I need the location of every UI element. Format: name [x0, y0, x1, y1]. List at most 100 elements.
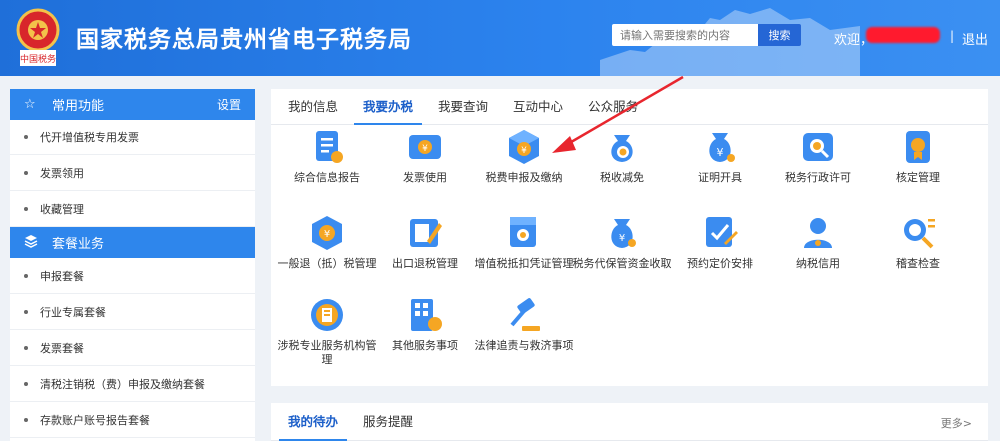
bullet-icon [24, 170, 28, 175]
service-tile[interactable]: 稽查检查 [868, 213, 968, 271]
service-label: 税务行政许可 [785, 171, 851, 184]
search-input[interactable] [612, 24, 758, 46]
service-tile[interactable]: 综合信息报告 [277, 127, 377, 185]
service-label: 一般退（抵）税管理 [277, 257, 377, 270]
svg-text:¥: ¥ [619, 233, 625, 244]
service-tile[interactable]: ¥ 证明开具 [670, 127, 770, 185]
service-label: 税务代保管资金收取 [572, 257, 672, 270]
sidebar-section-packages[interactable]: 套餐业务 [10, 227, 255, 258]
sidebar-item-label: 行业专属套餐 [40, 305, 106, 319]
license-icon [803, 133, 833, 161]
service-tile[interactable]: ¥ 税务代保管资金收取 [572, 213, 672, 271]
service-label: 法律追责与救济事项 [474, 339, 574, 352]
service-tile[interactable]: ¥ 税费申报及缴纳 [474, 127, 574, 185]
section-title: 常用功能 [52, 99, 105, 114]
search-button[interactable]: 搜索 [758, 24, 801, 46]
tab-query[interactable]: 我要查询 [429, 89, 497, 124]
sidebar-item[interactable]: 申报套餐 [10, 258, 255, 294]
sidebar-item[interactable]: 存款账户账号报告套餐 [10, 402, 255, 438]
service-label: 增值税抵扣凭证管理 [474, 257, 574, 270]
service-panel: 我的信息 我要办税 我要查询 互动中心 公众服务 综合信息报告 ¥ 发票使用 ¥ 税费申… [271, 89, 988, 386]
report-icon [316, 131, 343, 163]
agency-icon [311, 299, 343, 331]
sidebar-item[interactable]: 代开增值税专用发票 [10, 120, 255, 155]
bullet-icon [24, 381, 28, 386]
bullet-icon [24, 273, 28, 278]
site-header: 中国税务 国家税务总局贵州省电子税务局 搜索 欢迎， | 退出 [0, 0, 1000, 76]
svg-text:¥: ¥ [324, 229, 330, 240]
sidebar-item[interactable]: 收藏管理 [10, 191, 255, 227]
service-label: 出口退税管理 [392, 257, 458, 270]
service-label: 预约定价安排 [687, 257, 753, 270]
tab-service-reminder[interactable]: 服务提醒 [354, 403, 422, 440]
service-tile[interactable]: 税收减免 [572, 127, 672, 185]
service-tile[interactable]: ¥ 一般退（抵）税管理 [277, 213, 377, 271]
bullet-icon [24, 309, 28, 314]
layers-icon [24, 234, 46, 252]
sidebar-item[interactable]: 清税注销税（费）申报及缴纳套餐 [10, 366, 255, 402]
todo-panel: 我的待办 服务提醒 更多> [271, 403, 988, 441]
service-label: 税费申报及缴纳 [485, 171, 563, 184]
sidebar-item-label: 存款账户账号报告套餐 [40, 413, 150, 427]
tax-emblem-icon: 中国税务 [16, 8, 60, 66]
main-tabs: 我的信息 我要办税 我要查询 互动中心 公众服务 [271, 89, 988, 125]
service-tile[interactable]: ¥ 发票使用 [375, 127, 475, 185]
service-label: 核定管理 [896, 171, 940, 184]
sidebar-item-label: 收藏管理 [40, 202, 84, 216]
star-icon: ☆ [24, 97, 36, 112]
service-label: 税收减免 [600, 171, 644, 184]
sidebar-item-label: 发票套餐 [40, 341, 84, 355]
service-label: 其他服务事项 [392, 339, 458, 352]
certificate-icon: ¥ [709, 133, 735, 162]
sidebar-section-favorites[interactable]: ☆ 常用功能 设置 [10, 89, 255, 120]
bullet-icon [24, 206, 28, 211]
tax-declare-icon: ¥ [509, 130, 539, 164]
sidebar: ☆ 常用功能 设置 代开增值税专用发票 发票领用 收藏管理 套餐业务 申报套餐 … [10, 89, 255, 441]
settings-link[interactable]: 设置 [217, 96, 241, 113]
svg-text:¥: ¥ [717, 146, 724, 159]
sidebar-item[interactable]: 发票套餐 [10, 330, 255, 366]
logout-link[interactable]: 退出 [962, 29, 988, 48]
tab-my-todo[interactable]: 我的待办 [279, 403, 348, 441]
service-tile[interactable]: 核定管理 [868, 127, 968, 185]
sidebar-item[interactable]: 行业专属套餐 [10, 294, 255, 330]
service-tile[interactable]: 其他服务事项 [375, 295, 475, 353]
service-label: 稽查检查 [896, 257, 940, 270]
redacted-username [866, 27, 940, 43]
service-label: 纳税信用 [796, 257, 840, 270]
service-label: 综合信息报告 [294, 171, 360, 184]
sidebar-item-label: 申报套餐 [40, 269, 84, 283]
fund-custody-icon: ¥ [611, 219, 636, 248]
tab-interaction[interactable]: 互动中心 [504, 89, 572, 124]
todo-tabs: 我的待办 服务提醒 [271, 403, 988, 441]
tab-my-info[interactable]: 我的信息 [279, 89, 347, 124]
header-separator: | [950, 29, 955, 43]
tab-tax-handling[interactable]: 我要办税 [354, 89, 423, 125]
service-tile[interactable]: 出口退税管理 [375, 213, 475, 271]
service-tile[interactable]: 预约定价安排 [670, 213, 770, 271]
more-link[interactable]: 更多> [941, 415, 972, 431]
service-tile[interactable]: 法律追责与救济事项 [474, 295, 574, 353]
legal-icon [510, 298, 540, 331]
service-tile[interactable]: 纳税信用 [768, 213, 868, 271]
site-title: 国家税务总局贵州省电子税务局 [76, 27, 412, 53]
bullet-icon [24, 345, 28, 350]
invoice-icon: ¥ [409, 135, 441, 159]
export-refund-icon [410, 219, 442, 247]
tab-public-service[interactable]: 公众服务 [579, 89, 647, 124]
credit-icon [804, 218, 832, 248]
approval-icon [906, 131, 930, 163]
svg-text:¥: ¥ [422, 144, 428, 154]
sidebar-item-label: 发票领用 [40, 166, 84, 180]
sidebar-item-label: 清税注销税（费）申报及缴纳套餐 [40, 377, 205, 391]
section-title: 套餐业务 [52, 237, 105, 252]
service-tile[interactable]: 税务行政许可 [768, 127, 868, 185]
service-tile[interactable]: 增值税抵扣凭证管理 [474, 213, 574, 271]
inspection-icon [904, 219, 935, 249]
service-tile[interactable]: 涉税专业服务机构管理 [277, 295, 377, 367]
pricing-icon [706, 217, 738, 247]
bullet-icon [24, 417, 28, 422]
emblem-caption: 中国税务 [20, 53, 56, 65]
vat-voucher-icon [510, 217, 536, 247]
sidebar-item[interactable]: 发票领用 [10, 155, 255, 191]
